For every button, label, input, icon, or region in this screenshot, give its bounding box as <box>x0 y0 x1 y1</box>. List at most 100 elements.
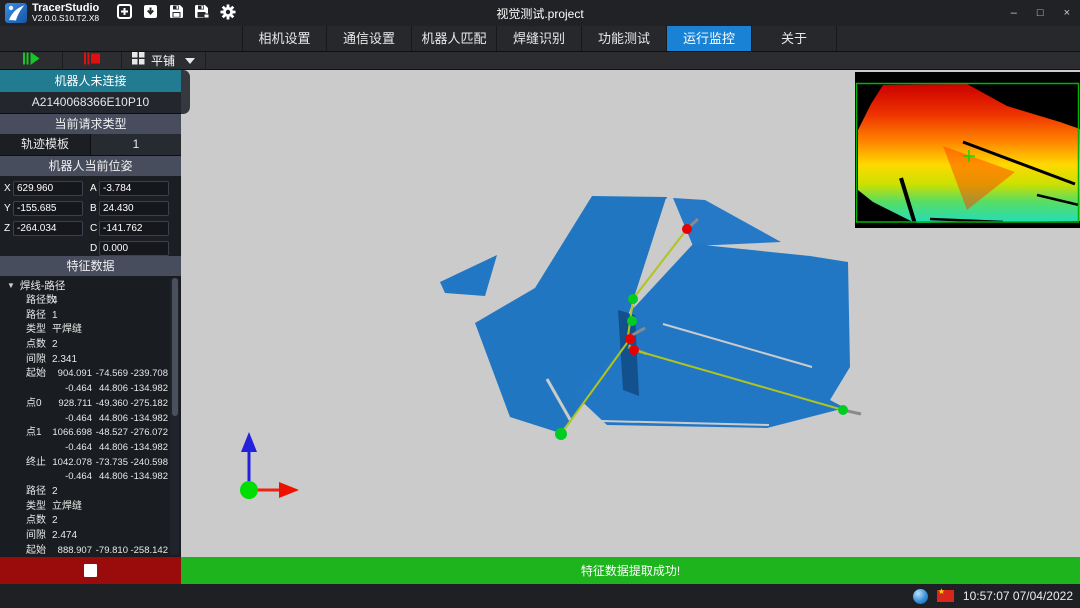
tree-row[interactable]: 类型立焊缝 <box>0 500 181 515</box>
pose-value-field[interactable]: 0.000 <box>99 241 169 256</box>
settings-button[interactable] <box>216 2 240 24</box>
sidebar-collapse-handle[interactable] <box>181 70 190 114</box>
tree-row-value: -134.982 <box>128 412 168 427</box>
tab-item[interactable]: 机器人匹配 <box>412 26 497 51</box>
run-checkbox[interactable] <box>84 564 97 577</box>
tab-item[interactable]: 关于 <box>752 26 837 51</box>
tree-row-value <box>94 485 134 500</box>
tree-row[interactable]: 终止1042.078-73.735-240.598 <box>0 456 181 471</box>
feature-tree: ▼焊线-路径 路径数4路径1类型平焊缝点数2间隙2.341起始904.091-7… <box>0 276 181 557</box>
save-button[interactable] <box>164 2 188 24</box>
pose-value-field[interactable]: 24.430 <box>99 201 169 216</box>
tree-row-value <box>82 500 118 515</box>
tree-row-value <box>77 529 113 544</box>
tree-row-value: -239.708 <box>128 367 168 382</box>
tree-row-value: 44.806 <box>92 412 128 427</box>
minimize-button[interactable]: – <box>1011 7 1017 19</box>
tree-row[interactable]: 间隙2.474 <box>0 529 181 544</box>
tab-item[interactable]: 运行监控 <box>667 26 752 51</box>
tree-row-value: -49.360 <box>92 397 128 412</box>
tree-row-label: 类型 <box>26 323 50 338</box>
open-project-button[interactable] <box>138 2 162 24</box>
tree-row-value <box>118 323 158 338</box>
tree-row[interactable]: -0.46444.806-134.982 <box>0 470 181 485</box>
tree-row[interactable]: 点0928.711-49.360-275.182 <box>0 397 181 412</box>
layout-selector[interactable]: 平铺 <box>122 52 206 70</box>
tree-row-value: 44.806 <box>92 470 128 485</box>
depth-image <box>855 72 1080 228</box>
tree-row[interactable]: 点11066.698-48.527-276.072 <box>0 426 181 441</box>
tree-row-label <box>26 470 50 485</box>
tree-root-node[interactable]: ▼ 焊线-路径 <box>0 279 181 294</box>
tree-row-value: -0.464 <box>50 441 92 456</box>
pose-value-field[interactable]: -155.685 <box>13 201 83 216</box>
tree-row-value <box>94 294 134 309</box>
maximize-button[interactable]: □ <box>1037 7 1044 19</box>
app-logo-icon <box>5 3 27 23</box>
tree-row[interactable]: 起始888.907-79.810-258.142 <box>0 544 181 557</box>
pose-axis-label: C <box>90 223 99 234</box>
status-message: 特征数据提取成功! <box>581 562 680 579</box>
save-as-button[interactable] <box>190 2 214 24</box>
tree-row-value <box>113 353 153 368</box>
tree-row[interactable]: 类型平焊缝 <box>0 323 181 338</box>
trajectory-template-label: 轨迹模板 <box>0 134 91 155</box>
pose-axis-label: X <box>4 183 13 194</box>
caret-down-icon[interactable] <box>185 58 195 64</box>
axis-triad-icon <box>240 432 299 499</box>
tree-row-label: 间隙 <box>26 529 50 544</box>
tree-row[interactable]: 路径1 <box>0 309 181 324</box>
pose-value-field[interactable]: 629.960 <box>13 181 83 196</box>
save-as-icon <box>194 4 210 22</box>
point-cloud <box>440 196 850 433</box>
tree-root-label: 焊线-路径 <box>20 280 66 292</box>
tree-row[interactable]: 间隙2.341 <box>0 353 181 368</box>
app-version-text: V2.0.0.S10.T2.X8 <box>32 14 99 24</box>
pose-value-field[interactable]: -141.762 <box>99 221 169 236</box>
request-type-header: 当前请求类型 <box>0 114 181 134</box>
tree-row[interactable]: 点数2 <box>0 338 181 353</box>
tree-row-value <box>82 323 118 338</box>
tab-item[interactable]: 通信设置 <box>327 26 412 51</box>
tree-row-value: 888.907 <box>50 544 92 557</box>
tree-row-value: -79.810 <box>92 544 128 557</box>
device-id: A2140068366E10P10 <box>0 92 181 114</box>
weld-point <box>625 334 635 344</box>
tree-row[interactable]: -0.46444.806-134.982 <box>0 441 181 456</box>
tree-collapse-arrow-icon[interactable]: ▼ <box>7 278 15 293</box>
weld-point <box>627 316 637 326</box>
tree-row[interactable]: -0.46444.806-134.982 <box>0 382 181 397</box>
tab-item[interactable]: 相机设置 <box>242 26 327 51</box>
language-flag-icon[interactable]: ★ <box>937 590 954 602</box>
tree-row[interactable]: 路径2 <box>0 485 181 500</box>
tree-scrollbar[interactable] <box>170 278 179 555</box>
tree-row[interactable]: 起始904.091-74.569-239.708 <box>0 367 181 382</box>
weld-point <box>628 294 638 304</box>
tree-row-value: 904.091 <box>50 367 92 382</box>
stop-button[interactable] <box>63 52 122 70</box>
flag-star-icon: ★ <box>938 587 945 596</box>
tree-row-value: -276.072 <box>128 426 168 441</box>
tab-item[interactable]: 焊缝识别 <box>497 26 582 51</box>
stop-icon <box>84 52 100 70</box>
ime-globe-icon[interactable] <box>913 589 928 604</box>
tree-row-label <box>26 441 50 456</box>
tree-scrollbar-thumb[interactable] <box>172 278 178 416</box>
tree-row[interactable]: -0.46444.806-134.982 <box>0 412 181 427</box>
start-button[interactable] <box>0 52 63 70</box>
viewport-3d[interactable] <box>181 70 1080 557</box>
tree-row-value: -0.464 <box>50 470 92 485</box>
weld-point <box>629 345 639 355</box>
close-button[interactable]: × <box>1064 7 1070 19</box>
toolbar: 平铺 <box>0 52 1080 70</box>
pose-value-field[interactable]: -264.034 <box>13 221 83 236</box>
tree-row[interactable]: 点数2 <box>0 514 181 529</box>
trajectory-template-value[interactable]: 1 <box>91 134 181 155</box>
run-toggle-bar <box>0 557 181 584</box>
settings-gear-icon <box>220 4 236 23</box>
new-project-button[interactable] <box>112 2 136 24</box>
tab-item[interactable]: 功能测试 <box>582 26 667 51</box>
tree-row[interactable]: 路径数4 <box>0 294 181 309</box>
pose-value-field[interactable]: -3.784 <box>99 181 169 196</box>
status-message-bar: 特征数据提取成功! <box>181 557 1080 584</box>
